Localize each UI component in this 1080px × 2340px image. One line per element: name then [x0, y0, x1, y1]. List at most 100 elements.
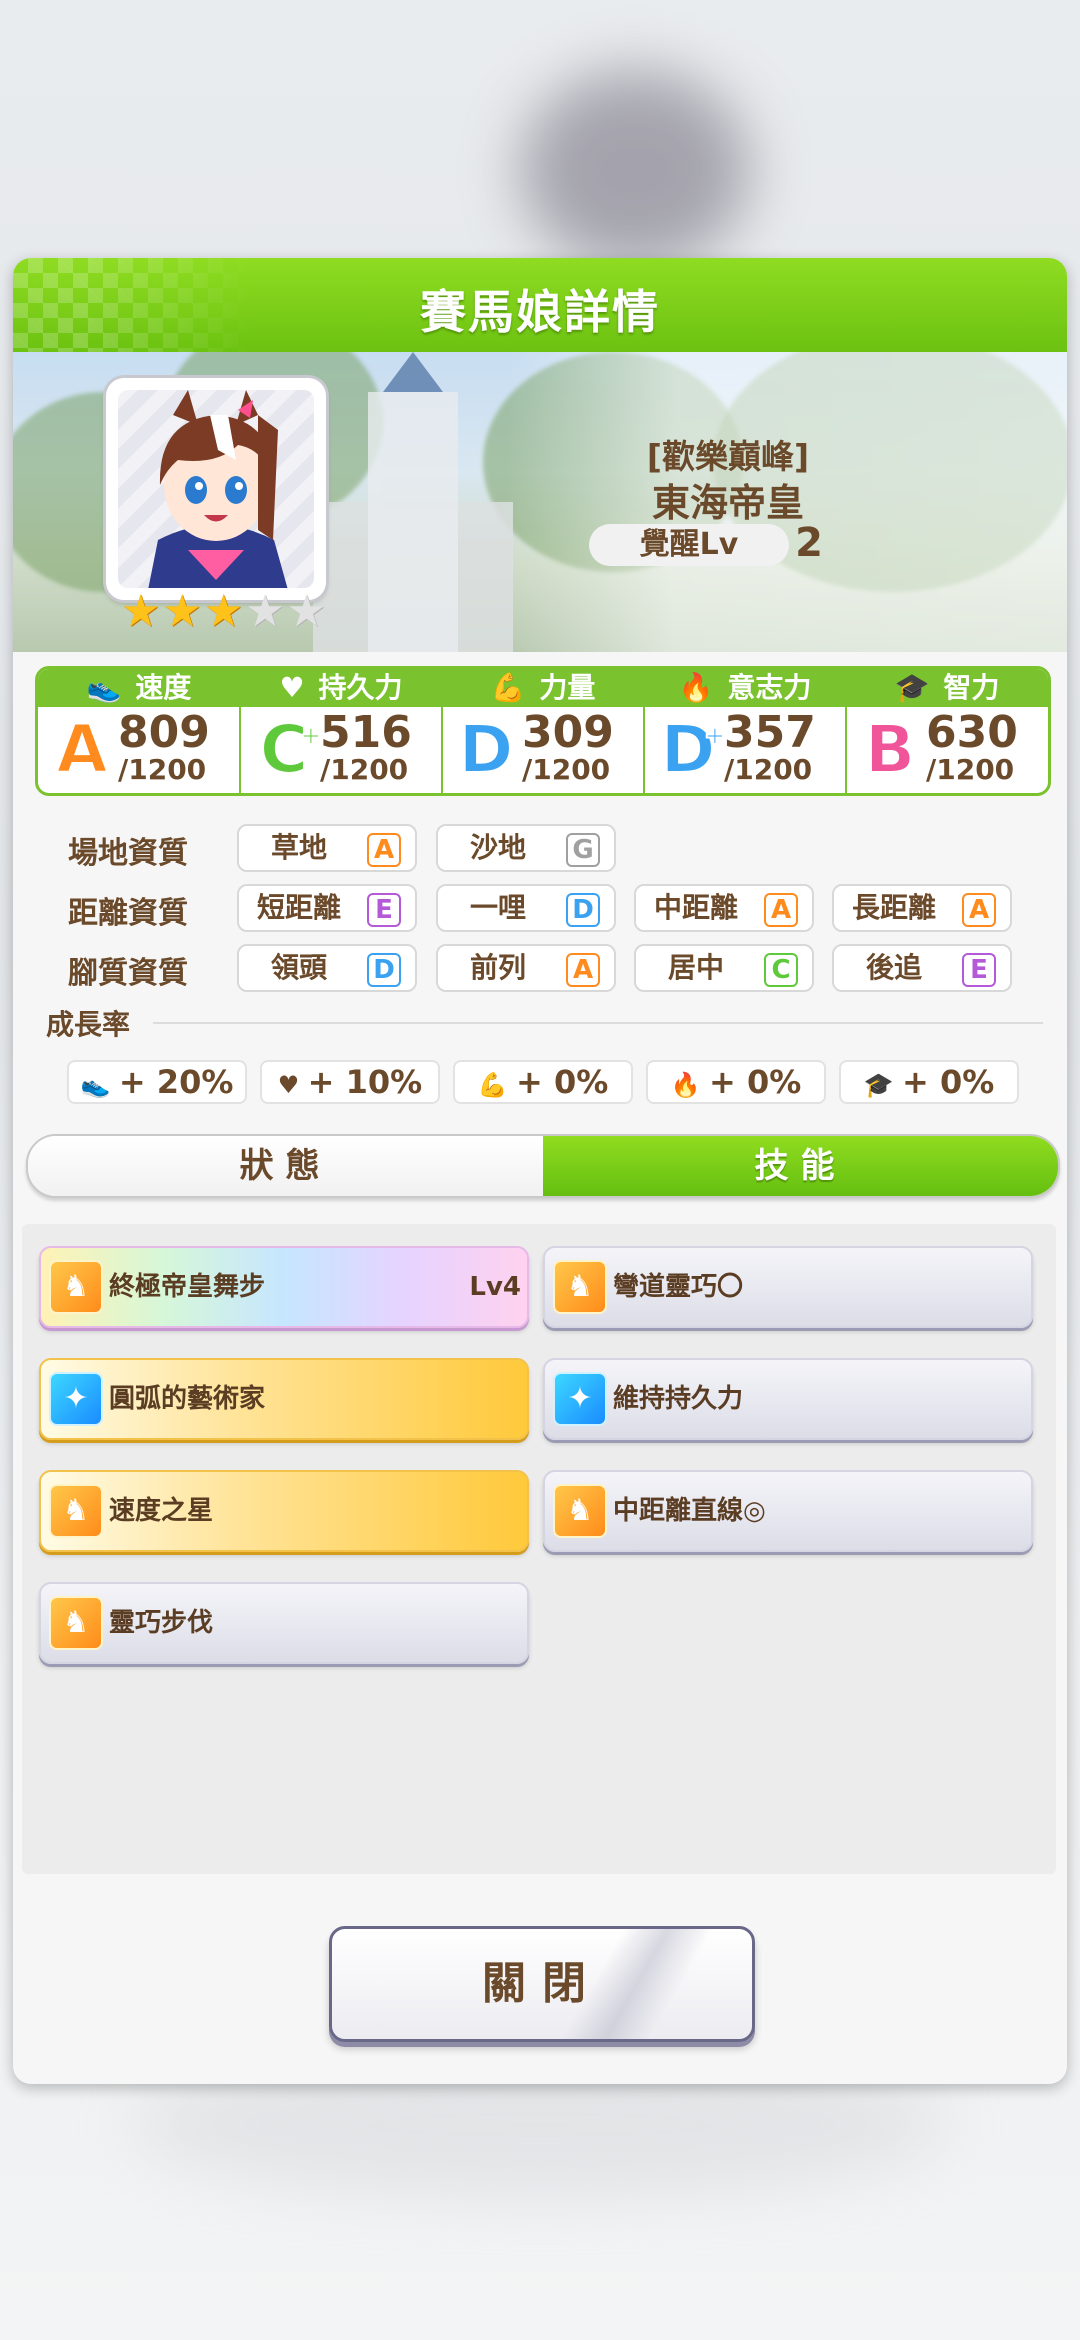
skill-card[interactable]: ♞ 靈巧步伐 [39, 1582, 529, 1664]
banner-clock-tower [368, 352, 458, 652]
stat-label: 速度 [135, 671, 192, 704]
aptitude-strategy-item: 領頭 D [237, 944, 417, 992]
aptitude-name: 草地 [270, 831, 327, 864]
flame-icon: 🔥 [670, 1071, 709, 1099]
stat-label: 持久力 [318, 671, 403, 704]
dialog-title: 賽馬娘詳情 [420, 285, 660, 339]
stat-label: 力量 [539, 671, 596, 704]
graduation-cap-icon: 🎓 [894, 671, 930, 704]
aptitude-distance-item: 一哩 D [436, 884, 616, 932]
star-icon: ★ [162, 586, 202, 637]
aptitude-name: 中距離 [653, 891, 738, 924]
divider [153, 1022, 1043, 1024]
sparkle-icon: ✦ [553, 1372, 607, 1426]
skill-card[interactable]: ♞ 彎道靈巧〇 [543, 1246, 1033, 1328]
growth-rate-value: + 20% [118, 1063, 234, 1101]
horse-rider-icon: ♞ [553, 1484, 607, 1538]
aptitude-name: 長距離 [851, 891, 936, 924]
aptitude-label-distance: 距離資質 [68, 896, 188, 931]
close-button[interactable]: 關閉 [329, 1926, 755, 2042]
stat-grade: C + [254, 712, 323, 788]
aptitude-name: 短距離 [256, 891, 341, 924]
growth-rate-item: 🔥 + 0% [646, 1060, 826, 1104]
growth-rate-value: + 10% [307, 1063, 423, 1101]
growth-rate-item: 👟 + 20% [67, 1060, 247, 1104]
stat-label: 意志力 [727, 671, 812, 704]
skill-card[interactable]: ♞ 終極帝皇舞步 Lv4 [39, 1246, 529, 1328]
aptitude-distance-item: 中距離 A [634, 884, 814, 932]
stat-value: 516 [320, 707, 412, 758]
grade-plus-icon: + [299, 720, 323, 752]
aptitude-grade: A [367, 833, 401, 867]
stat-max: /1200 [724, 753, 813, 786]
aptitude-name: 一哩 [469, 891, 526, 924]
stat-header: 🔥 意志力 [644, 669, 846, 707]
skill-card[interactable]: ♞ 中距離直線◎ [543, 1470, 1033, 1552]
aptitude-grade: A [962, 893, 996, 927]
stat-divider [239, 669, 241, 793]
sparkle-icon: ✦ [49, 1372, 103, 1426]
skill-name: 圓弧的藝術家 [109, 1384, 266, 1414]
character-art-icon [148, 390, 288, 588]
growth-rate-item: 🎓 + 0% [839, 1060, 1019, 1104]
star-icon: ★ [286, 586, 327, 637]
stat-divider [845, 669, 847, 793]
stat-flame: 🔥 意志力 D +357/1200 [644, 669, 846, 793]
tab-status[interactable]: 狀態 [28, 1136, 543, 1196]
aptitude-name: 後追 [865, 951, 922, 984]
aptitude-name: 前列 [469, 951, 526, 984]
star-icon: ★ [203, 586, 244, 637]
tab-bar: 狀態 技能 [26, 1134, 1060, 1198]
aptitude-strategy-item: 居中 C [634, 944, 814, 992]
stat-value: 309 [522, 707, 614, 758]
stat-header: 👟 速度 [38, 669, 240, 707]
skill-name: 靈巧步伐 [109, 1608, 214, 1638]
stat-value: 357 [724, 707, 816, 758]
heart-icon: ♥ [277, 1071, 308, 1099]
stat-label: 智力 [943, 671, 1000, 704]
skill-name: 終極帝皇舞步 [109, 1272, 266, 1302]
arm-icon: 💪 [490, 671, 526, 704]
skill-card[interactable]: ✦ 圓弧的藝術家 [39, 1358, 529, 1440]
stat-shoe: 👟 速度 A 809/1200 [38, 669, 240, 793]
aptitude-label-strategy: 腳質資質 [68, 956, 188, 991]
shoe-icon: 👟 [86, 671, 122, 704]
grade-plus-icon: + [703, 720, 727, 752]
aptitude-track-item: 草地 A [237, 824, 417, 872]
stat-grade: D [458, 711, 515, 788]
aptitude-distance-item: 短距離 E [237, 884, 417, 932]
skill-name: 彎道靈巧〇 [613, 1272, 744, 1302]
aptitude-grade: D [566, 893, 600, 927]
growth-rate-value: + 0% [515, 1063, 609, 1101]
skill-name: 速度之星 [109, 1496, 214, 1526]
star-icon: ★ [121, 586, 161, 637]
aptitude-grade: A [566, 953, 600, 987]
graduation-cap-icon: 🎓 [863, 1071, 902, 1099]
growth-rate-value: + 0% [708, 1063, 802, 1101]
aptitude-grade: G [566, 833, 600, 867]
awakening-level-label: 覺醒Lv [589, 524, 789, 566]
aptitude-name: 領頭 [270, 951, 327, 984]
skill-name: 維持持久力 [613, 1384, 744, 1414]
portrait-art [118, 390, 314, 588]
stat-arm: 💪 力量 D 309/1200 [442, 669, 644, 793]
character-name: 東海帝皇 [651, 481, 804, 525]
arm-icon: 💪 [477, 1071, 516, 1099]
stat-header: ♥ 持久力 [240, 669, 442, 707]
stat-grade: A [55, 711, 108, 788]
growth-rate-item: 💪 + 0% [453, 1060, 633, 1104]
aptitude-distance-item: 長距離 A [832, 884, 1012, 932]
skill-card[interactable]: ✦ 維持持久力 [543, 1358, 1033, 1440]
growth-rate-title: 成長率 [46, 1008, 131, 1041]
skill-card[interactable]: ♞ 速度之星 [39, 1470, 529, 1552]
stat-header: 🎓 智力 [846, 669, 1048, 707]
close-button-label: 關閉 [482, 1958, 602, 2009]
aptitude-label-track: 場地資質 [68, 836, 188, 871]
aptitude-name: 沙地 [469, 831, 526, 864]
stat-graduation-cap: 🎓 智力 B 630/1200 [846, 669, 1048, 793]
aptitude-strategy-item: 前列 A [436, 944, 616, 992]
horse-rider-icon: ♞ [49, 1596, 103, 1650]
character-portrait[interactable] [106, 378, 326, 600]
dialog-header: 賽馬娘詳情 [13, 258, 1067, 352]
tab-skills[interactable]: 技能 [543, 1136, 1058, 1196]
